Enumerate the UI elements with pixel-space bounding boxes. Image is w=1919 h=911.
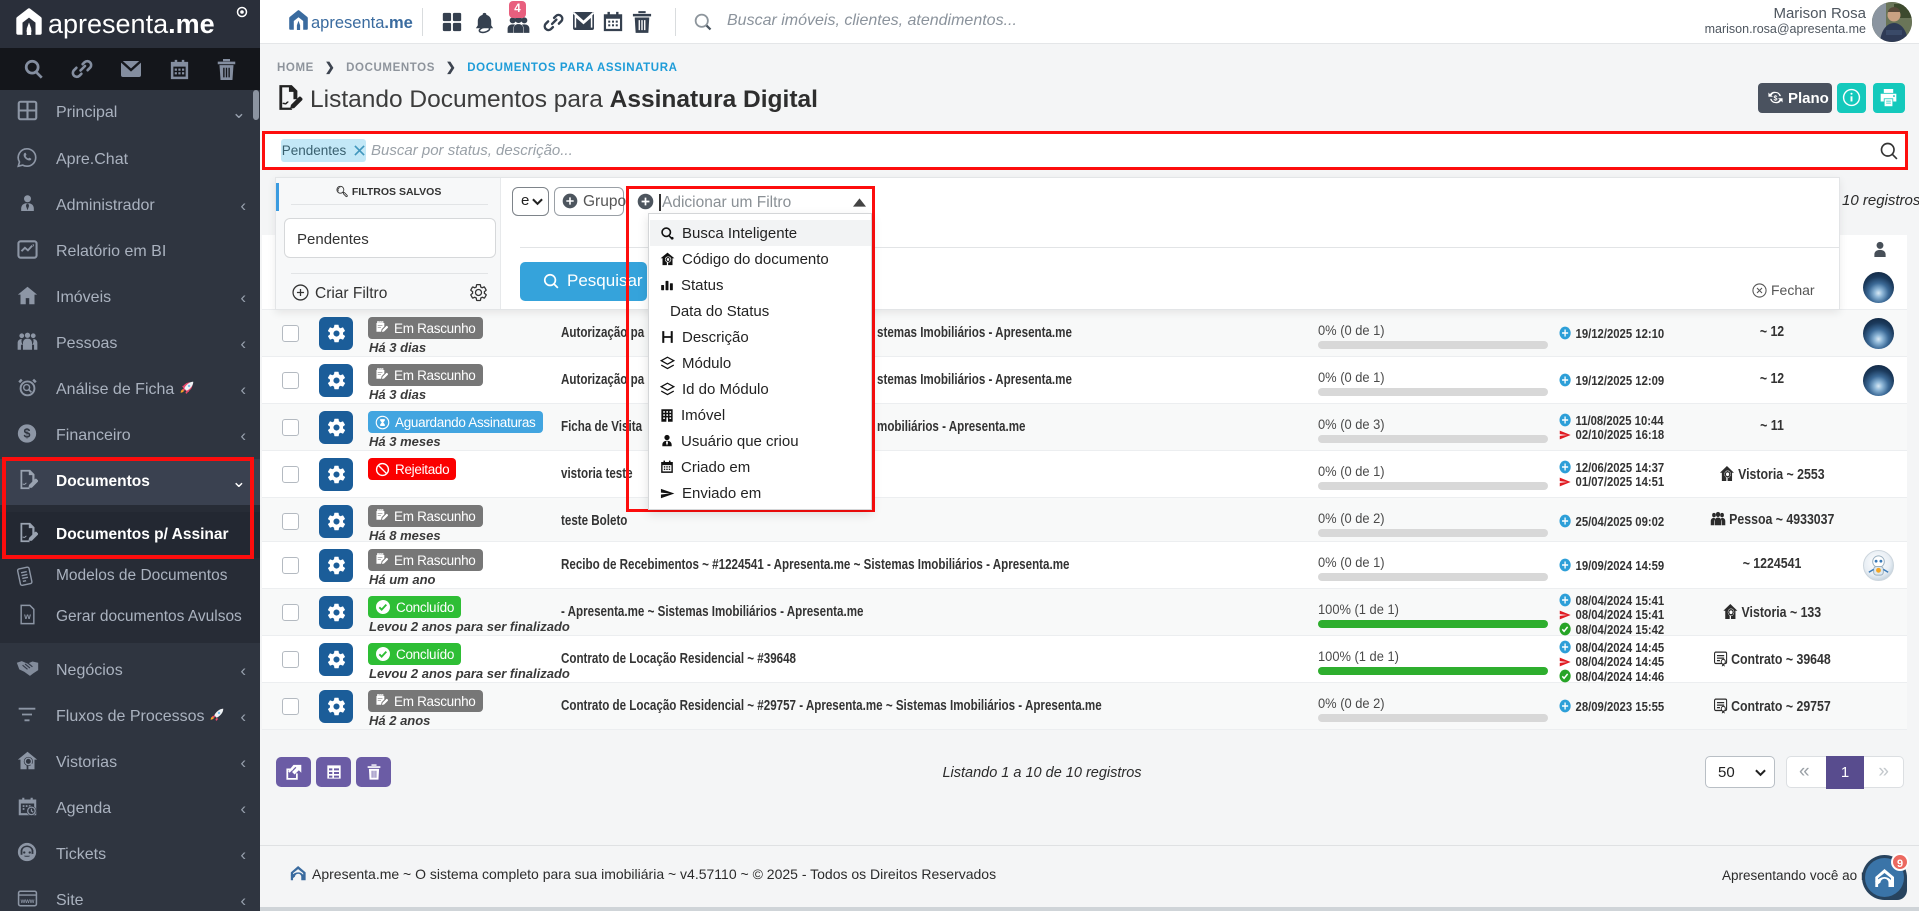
svg-text:$: $ <box>24 427 31 441</box>
svg-text:$: $ <box>1774 94 1778 102</box>
svg-text:w: w <box>23 611 31 621</box>
svg-text:www: www <box>19 899 34 905</box>
svg-text:apresenta.me: apresenta.me <box>311 14 413 32</box>
svg-text:apresenta.me: apresenta.me <box>48 9 215 39</box>
